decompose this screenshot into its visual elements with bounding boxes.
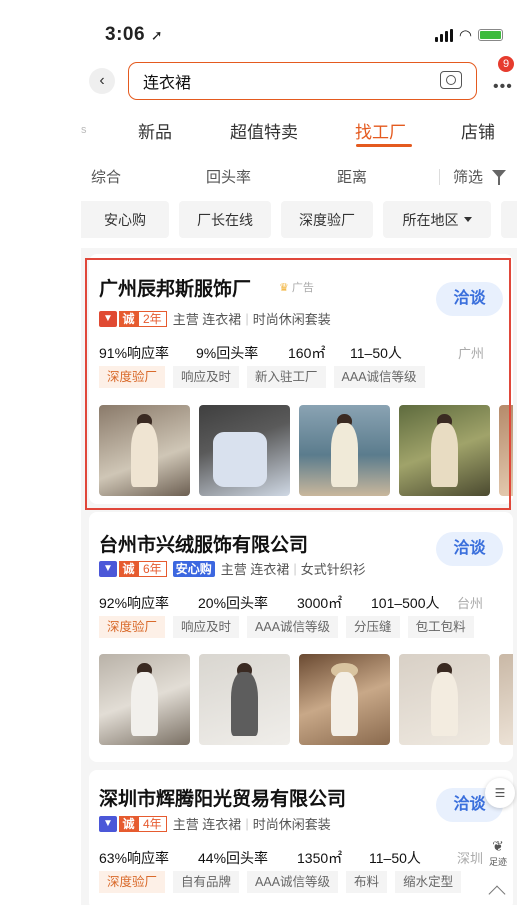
footprint-button[interactable]: ❦ 足迹 bbox=[483, 838, 513, 874]
sort-default[interactable]: 综合 bbox=[91, 166, 121, 187]
tag: 布料 bbox=[346, 871, 388, 893]
dress-photo-street[interactable] bbox=[99, 654, 190, 745]
factory-card[interactable]: 台州市兴绒服饰有限公司 洽谈 ▼ 诚 6年 安心购 主营 连衣裙 | 女式针织衫… bbox=[89, 512, 513, 762]
tab-stores[interactable]: 店铺 bbox=[461, 118, 495, 143]
search-input[interactable]: 连衣裙 bbox=[128, 62, 477, 100]
main-business: 主营 连衣裙 bbox=[220, 562, 290, 577]
main-business: 主营 连衣裙 bbox=[172, 817, 242, 832]
shield-icon: ▼ bbox=[99, 815, 117, 832]
funnel-icon[interactable] bbox=[492, 170, 506, 185]
search-row: ‹ 连衣裙 ••• 9 bbox=[81, 56, 517, 100]
caret-down-icon bbox=[463, 217, 472, 222]
factory-card[interactable]: 深圳市辉腾阳光贸易有限公司 洽谈 ▼ 诚 4年 主营 连衣裙 | 时尚休闲套装 … bbox=[89, 770, 513, 905]
badges-row: ▼ 诚 4年 主营 连衣裙 | 时尚休闲套装 bbox=[99, 814, 331, 833]
dress-photo-sunhat[interactable] bbox=[299, 654, 390, 745]
tags-row: 深度验厂 自有品牌 AAA诚信等级 布料 缩水定型 bbox=[99, 871, 462, 893]
footprint-icon: ❦ bbox=[492, 838, 504, 854]
filter-button[interactable]: 筛选 bbox=[453, 166, 483, 187]
tag: 响应及时 bbox=[173, 616, 240, 638]
status-icons: ◠ bbox=[434, 26, 503, 44]
tag: 分压缝 bbox=[346, 616, 400, 638]
footprint-label: 足迹 bbox=[488, 857, 507, 867]
sort-divider bbox=[439, 169, 440, 185]
city: 深圳 bbox=[457, 851, 484, 866]
sort-distance[interactable]: 距离 bbox=[337, 166, 367, 187]
category-tabs: s 新品 超值特卖 找工厂 店铺 bbox=[81, 110, 517, 150]
response-rate: 92%响应率 bbox=[99, 595, 170, 611]
tag: AAA诚信等级 bbox=[247, 616, 339, 638]
filter-chips: 安心购 厂长在线 深度验厂 所在地区 bbox=[81, 201, 517, 239]
stats-row: 63%响应率 44%回头率 1350㎡ 11–50人 深圳 bbox=[99, 848, 499, 866]
tab-active-indicator bbox=[356, 144, 412, 147]
chip-deep-verified[interactable]: 深度验厂 bbox=[281, 201, 373, 238]
repeat-rate: 20%回头率 bbox=[198, 595, 269, 611]
search-query[interactable]: 连衣裙 bbox=[143, 69, 191, 93]
factory-name[interactable]: 台州市兴绒服饰有限公司 bbox=[99, 530, 308, 557]
stats-row: 92%响应率 20%回头率 3000㎡ 101–500人 台州 bbox=[99, 593, 499, 611]
badges-row: ▼ 诚 6年 安心购 主营 连衣裙 | 女式针织衫 bbox=[99, 559, 366, 578]
signal-icon bbox=[434, 28, 453, 42]
camera-icon[interactable] bbox=[440, 71, 462, 89]
repeat-rate: 44%回头率 bbox=[198, 850, 269, 866]
anxin-badge: 安心购 bbox=[172, 560, 215, 577]
years-badge: 4年 bbox=[138, 815, 167, 832]
phone-screen: 3:06 ➚ ◠ ‹ 连衣裙 ••• 9 s 新品 超值特卖 找工厂 店铺 综合… bbox=[81, 0, 517, 905]
years-badge: 6年 bbox=[138, 560, 167, 577]
wifi-icon: ◠ bbox=[458, 27, 472, 44]
separator: | bbox=[293, 561, 297, 576]
tab-find-factory[interactable]: 找工厂 bbox=[355, 118, 406, 143]
tab-partial[interactable]: s bbox=[81, 124, 87, 136]
sort-bar: 综合 回头率 距离 筛选 bbox=[81, 164, 517, 188]
tab-new[interactable]: 新品 bbox=[138, 118, 172, 143]
tag: 缩水定型 bbox=[395, 871, 462, 893]
location-arrow-icon: ➚ bbox=[150, 27, 164, 43]
factory-area: 3000㎡ bbox=[297, 595, 343, 611]
tags-row: 深度验厂 响应及时 AAA诚信等级 分压缝 包工包料 bbox=[99, 616, 474, 638]
categories: 时尚休闲套装 bbox=[252, 817, 331, 832]
notification-badge: 9 bbox=[498, 56, 514, 72]
tag: 深度验厂 bbox=[99, 871, 166, 893]
factory-name[interactable]: 深圳市辉腾阳光贸易有限公司 bbox=[99, 784, 346, 811]
battery-icon bbox=[478, 29, 503, 41]
staff-count: 101–500人 bbox=[371, 595, 440, 611]
tag: 包工包料 bbox=[407, 616, 474, 638]
chip-owner-online[interactable]: 厂长在线 bbox=[179, 201, 271, 238]
chip-partial[interactable] bbox=[501, 201, 517, 238]
staff-count: 11–50人 bbox=[369, 850, 421, 866]
cheng-badge: 诚 bbox=[119, 560, 138, 577]
chevron-left-icon[interactable]: ‹ bbox=[89, 68, 115, 94]
dress-photo-partial[interactable] bbox=[499, 654, 513, 745]
product-thumbnails bbox=[99, 654, 513, 745]
tag: AAA诚信等级 bbox=[247, 871, 339, 893]
chip-region-label: 所在地区 bbox=[402, 211, 459, 228]
tab-deals[interactable]: 超值特卖 bbox=[230, 118, 298, 143]
chip-anxin[interactable]: 安心购 bbox=[81, 201, 169, 238]
sort-repeat-rate[interactable]: 回头率 bbox=[206, 166, 251, 187]
shield-icon: ▼ bbox=[99, 560, 117, 577]
separator: | bbox=[245, 816, 249, 831]
status-bar: 3:06 ➚ ◠ bbox=[81, 0, 517, 62]
cheng-badge: 诚 bbox=[119, 815, 138, 832]
chip-region[interactable]: 所在地区 bbox=[383, 201, 491, 238]
tag: 自有品牌 bbox=[173, 871, 240, 893]
more-dots-icon[interactable]: ••• bbox=[493, 78, 513, 96]
tag: 深度验厂 bbox=[99, 616, 166, 638]
categories: 女式针织衫 bbox=[300, 562, 366, 577]
city: 台州 bbox=[457, 596, 484, 611]
dress-photo-polka[interactable] bbox=[399, 654, 490, 745]
response-rate: 63%响应率 bbox=[99, 850, 170, 866]
status-time: 3:06 ➚ bbox=[105, 24, 164, 45]
chat-button[interactable]: 洽谈 bbox=[436, 532, 503, 566]
factory-area: 1350㎡ bbox=[297, 850, 343, 866]
dress-photo-gray-pleated[interactable] bbox=[199, 654, 290, 745]
list-icon[interactable]: ☰ bbox=[485, 778, 515, 808]
highlight-box bbox=[85, 258, 511, 510]
